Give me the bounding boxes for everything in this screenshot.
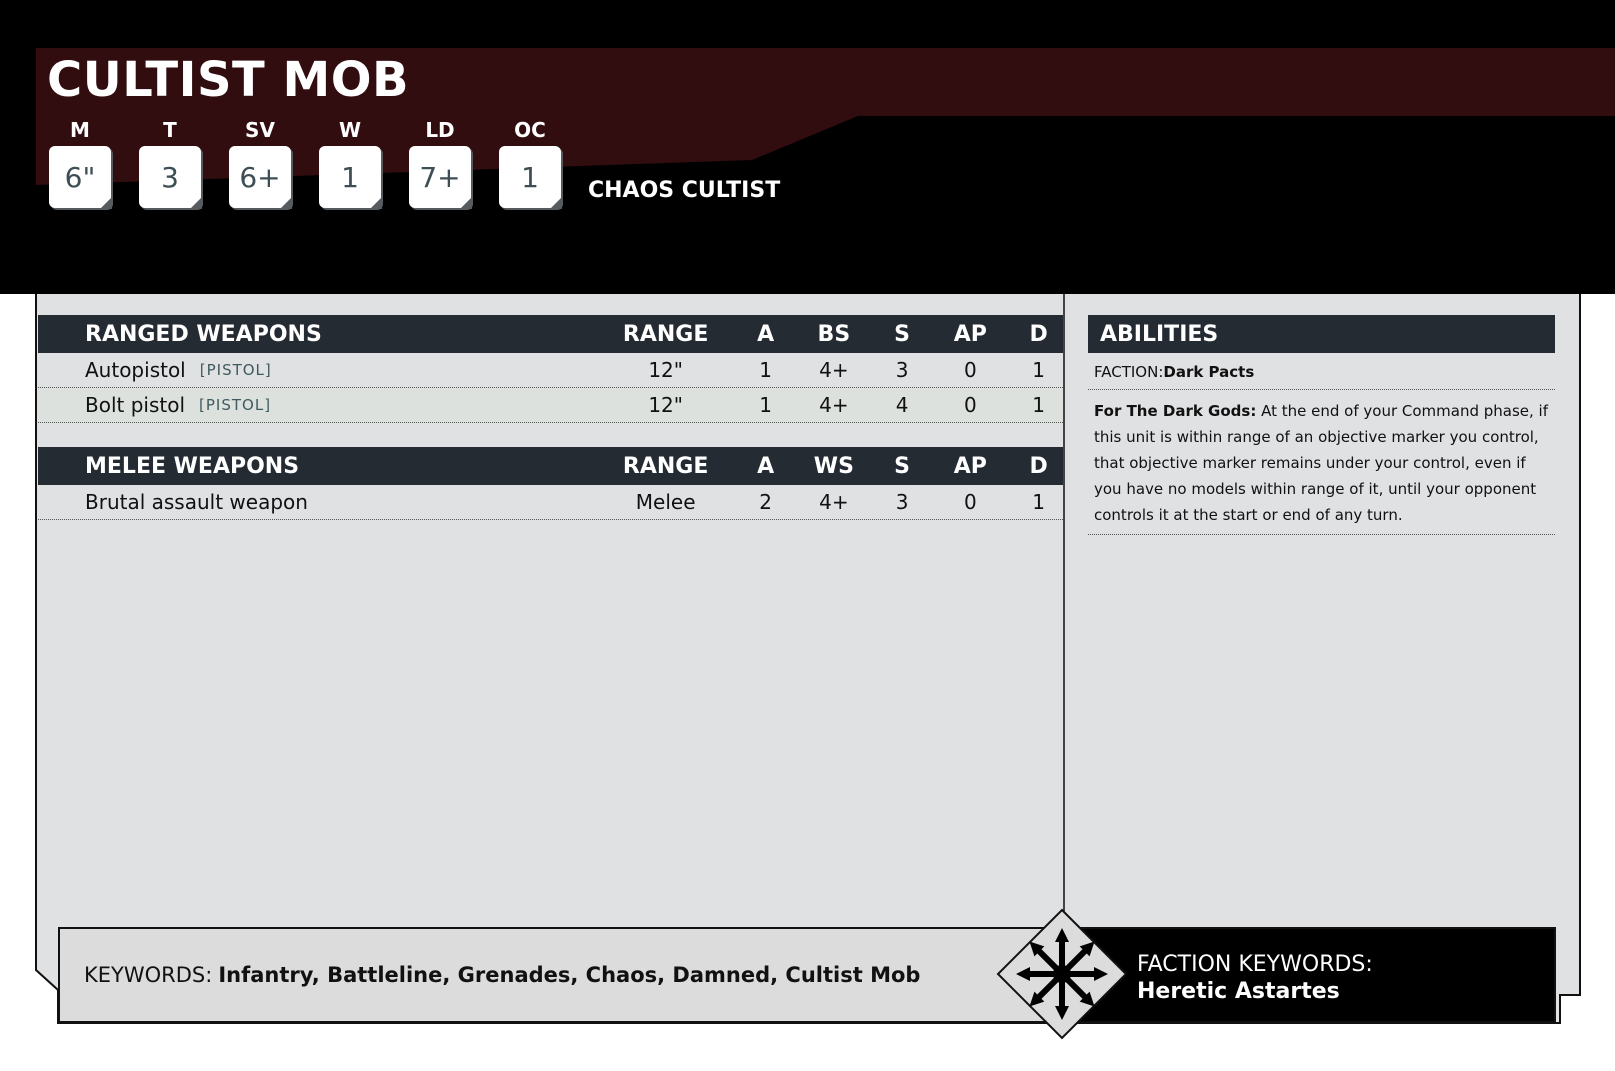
stat-value: 6+ xyxy=(239,160,281,194)
abilities-panel: ABILITIES FACTION:Dark Pacts For The Dar… xyxy=(1088,315,1555,535)
cell-strength: 3 xyxy=(895,358,909,382)
table-row: Brutal assault weapon Melee 2 4+ 3 0 1 xyxy=(38,485,1063,520)
cell-skill: 4+ xyxy=(819,393,849,417)
keywords-bar: KEYWORDS: Infantry, Battleline, Grenades… xyxy=(58,927,1048,1023)
unit-header: CULTIST MOB M 6" T 3 SV 6+ W 1 LD 7+ OC … xyxy=(0,0,1615,294)
weapon-name-cell: Bolt pistol [PISTOL] xyxy=(38,393,590,417)
cell-attacks: 1 xyxy=(759,393,772,417)
stat-value: 7+ xyxy=(419,160,461,194)
stat-label: SV xyxy=(245,118,275,142)
weapon-keyword: [PISTOL] xyxy=(199,396,272,414)
ability-text: At the end of your Command phase, if thi… xyxy=(1094,402,1548,524)
cell-range: Melee xyxy=(635,490,696,514)
table-row: Autopistol [PISTOL] 12" 1 4+ 3 0 1 xyxy=(38,353,1063,388)
table-header: RANGED WEAPONS RANGE A BS S AP D xyxy=(38,315,1063,353)
table-row: Bolt pistol [PISTOL] 12" 1 4+ 4 0 1 xyxy=(38,388,1063,423)
cell-skill: 4+ xyxy=(819,490,849,514)
cell-ap: 0 xyxy=(963,490,977,514)
faction-keywords-value: Heretic Astartes xyxy=(1137,979,1340,1004)
stat-movement: M 6" xyxy=(47,116,113,209)
col-damage: D xyxy=(1029,321,1048,347)
faction-ability-value: Dark Pacts xyxy=(1163,363,1255,381)
cell-range: 12" xyxy=(648,358,683,382)
col-damage: D xyxy=(1029,453,1048,479)
stat-value-box: 1 xyxy=(499,146,562,209)
weapon-keyword: [PISTOL] xyxy=(199,361,272,379)
stat-leadership: LD 7+ xyxy=(407,116,473,209)
chaos-star-icon xyxy=(996,908,1128,1040)
col-range: RANGE xyxy=(622,453,709,479)
cell-strength: 4 xyxy=(895,393,909,417)
faction-keywords-bar: FACTION KEYWORDS: Heretic Astartes xyxy=(1075,927,1556,1023)
unit-name: CULTIST MOB xyxy=(47,52,410,108)
stat-value: 6" xyxy=(64,160,96,194)
keywords-label: KEYWORDS: xyxy=(84,963,213,987)
col-armour-penetration: AP xyxy=(953,321,987,347)
stat-objective-control: OC 1 xyxy=(497,116,563,209)
cell-damage: 1 xyxy=(1032,490,1045,514)
col-strength: S xyxy=(894,321,911,347)
table-header: MELEE WEAPONS RANGE A WS S AP D xyxy=(38,447,1063,485)
abilities-title: ABILITIES xyxy=(1088,315,1555,353)
stat-value: 3 xyxy=(161,160,179,194)
stat-value-box: 1 xyxy=(319,146,382,209)
table-title: MELEE WEAPONS xyxy=(85,453,300,479)
cell-ap: 0 xyxy=(963,393,977,417)
col-strength: S xyxy=(894,453,911,479)
cell-attacks: 1 xyxy=(759,358,772,382)
weapon-name: Bolt pistol xyxy=(85,393,186,417)
weapon-name: Autopistol xyxy=(85,358,186,382)
col-attacks: A xyxy=(757,453,775,479)
faction-ability: FACTION:Dark Pacts xyxy=(1088,353,1555,390)
col-weapon-skill: WS xyxy=(813,453,854,479)
ability-name: For The Dark Gods: xyxy=(1094,402,1257,420)
col-range: RANGE xyxy=(622,321,709,347)
stat-value-box: 6" xyxy=(49,146,112,209)
col-attacks: A xyxy=(757,321,775,347)
stat-value: 1 xyxy=(521,160,539,194)
unit-ability: For The Dark Gods: At the end of your Co… xyxy=(1088,390,1555,535)
stat-label: T xyxy=(163,118,177,142)
cell-attacks: 2 xyxy=(759,490,772,514)
table-title: RANGED WEAPONS xyxy=(85,321,322,347)
ranged-weapons-table: RANGED WEAPONS RANGE A BS S AP D Autopis… xyxy=(38,315,1063,423)
stat-label: W xyxy=(338,118,362,142)
faction-keywords-label: FACTION KEYWORDS: xyxy=(1137,952,1373,977)
stat-label: OC xyxy=(514,118,546,142)
stat-save: SV 6+ xyxy=(227,116,293,209)
cell-strength: 3 xyxy=(895,490,909,514)
stat-value-box: 6+ xyxy=(229,146,292,209)
stat-label: M xyxy=(70,118,90,142)
col-ballistic-skill: BS xyxy=(817,321,851,347)
stat-value-box: 7+ xyxy=(409,146,472,209)
cell-damage: 1 xyxy=(1032,393,1045,417)
cell-damage: 1 xyxy=(1032,358,1045,382)
model-name: CHAOS CULTIST xyxy=(588,178,781,203)
stat-value-box: 3 xyxy=(139,146,202,209)
faction-ability-label: FACTION: xyxy=(1094,363,1164,381)
weapon-name-cell: Brutal assault weapon xyxy=(38,490,590,514)
weapon-name-cell: Autopistol [PISTOL] xyxy=(38,358,590,382)
stat-toughness: T 3 xyxy=(137,116,203,209)
melee-weapons-table: MELEE WEAPONS RANGE A WS S AP D Brutal a… xyxy=(38,447,1063,520)
stat-label: LD xyxy=(425,118,455,142)
stat-wounds: W 1 xyxy=(317,116,383,209)
col-armour-penetration: AP xyxy=(953,453,987,479)
keywords-values: Infantry, Battleline, Grenades, Chaos, D… xyxy=(218,963,921,987)
cell-range: 12" xyxy=(648,393,683,417)
weapon-name: Brutal assault weapon xyxy=(85,490,308,514)
stat-value: 1 xyxy=(341,160,359,194)
cell-skill: 4+ xyxy=(819,358,849,382)
cell-ap: 0 xyxy=(963,358,977,382)
